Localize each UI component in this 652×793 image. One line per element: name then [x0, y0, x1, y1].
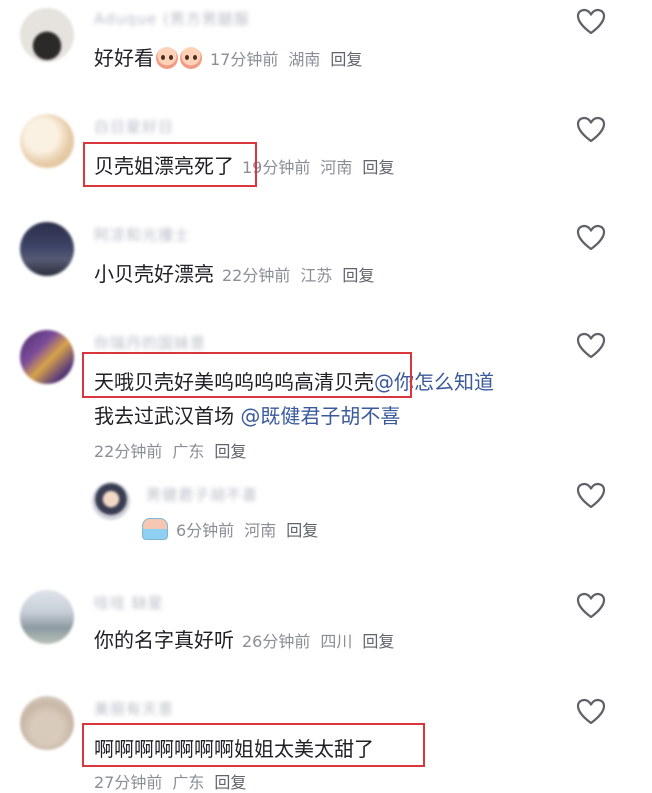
reply-button[interactable]: 回复 — [286, 521, 318, 540]
comment-content: 天哦贝壳好美呜呜呜呜高清贝壳 — [94, 370, 374, 394]
comment-text: 贝壳姐漂亮死了 19分钟前 河南 回复 — [94, 150, 394, 179]
cute-face-emoji — [156, 47, 178, 69]
avatar[interactable] — [20, 8, 74, 62]
comment-text-line-1: 天哦贝壳好美呜呜呜呜高清贝壳@你怎么知道 — [94, 366, 494, 395]
comment-content: 贝壳姐漂亮死了 — [94, 154, 234, 178]
like-heart-icon[interactable] — [576, 332, 606, 360]
comment-location: 广东 — [172, 442, 205, 461]
swimming-emoji — [142, 518, 168, 540]
comment-time: 26分钟前 — [242, 632, 311, 651]
comment-content: 我去过武汉首场 — [94, 404, 234, 428]
like-heart-icon[interactable] — [576, 224, 606, 252]
mention-link[interactable]: @你怎么知道 — [374, 370, 494, 394]
mention-link[interactable]: @既健君子胡不喜 — [240, 404, 400, 428]
avatar[interactable] — [20, 114, 74, 168]
like-heart-icon[interactable] — [576, 116, 606, 144]
username[interactable]: 白日星好日 — [94, 116, 174, 136]
comment-time: 27分钟前 — [94, 773, 163, 792]
avatar[interactable] — [20, 696, 74, 750]
comment-text: 好好看 17分钟前 湖南 回复 — [94, 42, 362, 71]
comment-meta: 26分钟前 四川 回复 — [242, 632, 394, 651]
avatar[interactable] — [92, 482, 130, 520]
comment-content: 啊啊啊啊啊啊啊姐姐太美太甜了 — [94, 737, 374, 761]
comment-location: 河南 — [320, 158, 353, 177]
comment-text: 啊啊啊啊啊啊啊姐姐太美太甜了 — [94, 733, 374, 762]
reply-button[interactable]: 回复 — [214, 442, 246, 461]
reply-button[interactable]: 回复 — [330, 50, 362, 69]
username[interactable]: 男健君子胡不喜 — [146, 484, 258, 504]
like-heart-icon[interactable] — [576, 482, 606, 510]
avatar[interactable] — [20, 222, 74, 276]
comment-meta: 17分钟前 湖南 回复 — [210, 50, 362, 69]
comment-location: 四川 — [320, 632, 353, 651]
like-heart-icon[interactable] — [576, 592, 606, 620]
comment-text: 你的名字真好听 26分钟前 四川 回复 — [94, 624, 394, 653]
reply-button[interactable]: 回复 — [362, 158, 394, 177]
comment-location: 广东 — [172, 773, 205, 792]
comment-content: 好好看 — [94, 46, 154, 70]
comment-content: 小贝壳好漂亮 — [94, 262, 214, 286]
reply-content: 6分钟前 河南 回复 — [142, 517, 318, 541]
comment-meta: 22分钟前 广东 回复 — [86, 438, 246, 462]
comment-location: 江苏 — [300, 266, 333, 285]
comment-text: 小贝壳好漂亮 22分钟前 江苏 回复 — [94, 258, 374, 287]
comment-text-line-2: 我去过武汉首场 @既健君子胡不喜 — [94, 400, 400, 429]
like-heart-icon[interactable] — [576, 8, 606, 36]
avatar[interactable] — [20, 330, 74, 384]
comment-time: 17分钟前 — [210, 50, 279, 69]
comment-content: 你的名字真好听 — [94, 628, 234, 652]
avatar[interactable] — [20, 590, 74, 644]
comment-time: 22分钟前 — [94, 442, 163, 461]
username[interactable]: 哇哇 缺星 — [94, 592, 164, 612]
comment-time: 22分钟前 — [222, 266, 291, 285]
comment-meta: 19分钟前 河南 回复 — [242, 158, 394, 177]
comment-meta: 22分钟前 江苏 回复 — [222, 266, 374, 285]
reply-button[interactable]: 回复 — [362, 632, 394, 651]
cute-face-emoji — [180, 47, 202, 69]
username[interactable]: Aduque (男方男腿服 — [94, 8, 250, 28]
reply-button[interactable]: 回复 — [214, 773, 246, 792]
username[interactable]: 你瑞丹的国妹意 — [94, 332, 206, 352]
username[interactable]: 阿凉和光撞士 — [94, 224, 190, 244]
comment-time: 19分钟前 — [242, 158, 311, 177]
like-heart-icon[interactable] — [576, 698, 606, 726]
username[interactable]: 美丽有天意 — [94, 698, 174, 718]
comment-location: 湖南 — [288, 50, 321, 69]
comment-time: 6分钟前 — [176, 521, 235, 540]
comment-location: 河南 — [244, 521, 277, 540]
reply-button[interactable]: 回复 — [342, 266, 374, 285]
comment-meta: 6分钟前 河南 回复 — [176, 521, 318, 540]
comment-meta: 27分钟前 广东 回复 — [86, 769, 246, 793]
